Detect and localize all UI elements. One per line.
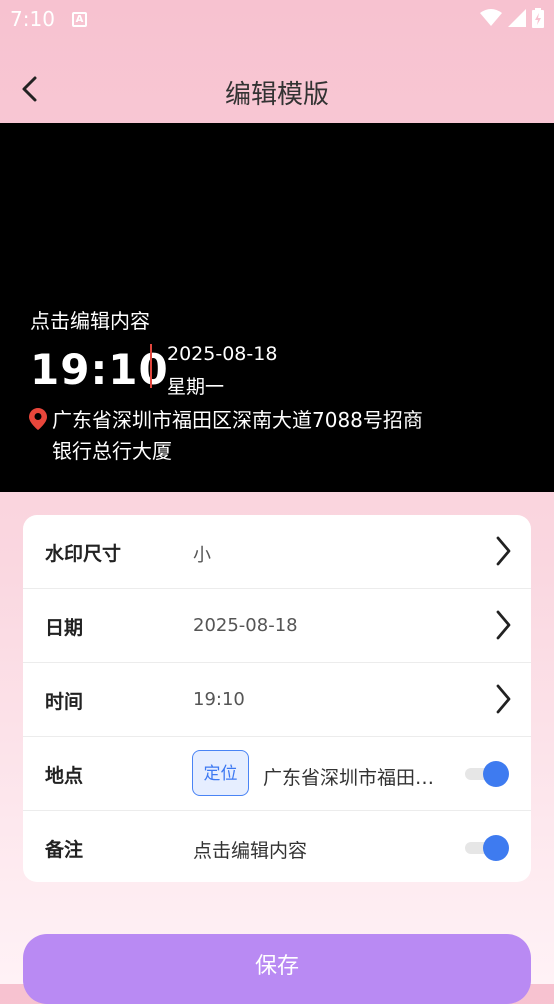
- watermark-note: 点击编辑内容: [30, 309, 150, 333]
- row-remark: 备注 点击编辑内容: [23, 811, 531, 882]
- row-time[interactable]: 时间 19:10: [23, 663, 531, 737]
- date-value: 2025-08-18: [193, 615, 298, 636]
- settings-card: 水印尺寸 小 日期 2025-08-18 时间 19:10 地点 定位 广东省深…: [23, 515, 531, 882]
- chevron-right-icon[interactable]: [493, 609, 513, 641]
- signal-icon: [508, 9, 526, 27]
- watermark-date: 2025-08-18: [167, 343, 278, 365]
- location-label: 地点: [45, 765, 84, 787]
- status-bar: 7:10 A: [0, 0, 554, 40]
- remark-label: 备注: [45, 839, 84, 861]
- row-location: 地点 定位 广东省深圳市福田区深南大道7088号招商银行总行大厦: [23, 737, 531, 811]
- page-title: 编辑模版: [224, 80, 329, 110]
- battery-icon: [532, 8, 544, 28]
- time-value: 19:10: [193, 689, 245, 710]
- location-pin-icon: [29, 408, 47, 430]
- watermark-time: 19:10: [30, 345, 169, 394]
- toggle-knob: [483, 835, 509, 861]
- watermark-divider: [150, 344, 152, 388]
- chevron-right-icon[interactable]: [493, 535, 513, 567]
- system-icons: [480, 8, 544, 28]
- remark-value[interactable]: 点击编辑内容: [193, 836, 307, 863]
- locate-button[interactable]: 定位: [192, 750, 249, 796]
- date-label: 日期: [45, 617, 84, 639]
- watermark-weekday: 星期一: [167, 376, 225, 398]
- save-button[interactable]: 保存: [23, 934, 531, 1004]
- size-value: 小: [193, 545, 211, 566]
- wifi-icon: [480, 9, 502, 26]
- watermark-preview: 点击编辑内容 19:10 2025-08-18 星期一 广东省深圳市福田区深南大…: [0, 123, 554, 492]
- location-value[interactable]: 广东省深圳市福田区深南大道7088号招商银行总行大厦: [263, 763, 448, 790]
- status-time: 7:10: [10, 7, 55, 31]
- location-toggle[interactable]: [465, 761, 509, 787]
- row-watermark-size[interactable]: 水印尺寸 小: [23, 515, 531, 589]
- remark-toggle[interactable]: [465, 835, 509, 861]
- size-label: 水印尺寸: [45, 543, 122, 565]
- chevron-right-icon[interactable]: [493, 683, 513, 715]
- notification-a-icon: A: [72, 12, 87, 27]
- time-label: 时间: [45, 691, 84, 713]
- row-date[interactable]: 日期 2025-08-18: [23, 589, 531, 663]
- header: 编辑模版: [0, 40, 554, 123]
- watermark-address: 广东省深圳市福田区深南大道7088号招商银行总行大厦: [52, 408, 423, 463]
- toggle-knob: [483, 761, 509, 787]
